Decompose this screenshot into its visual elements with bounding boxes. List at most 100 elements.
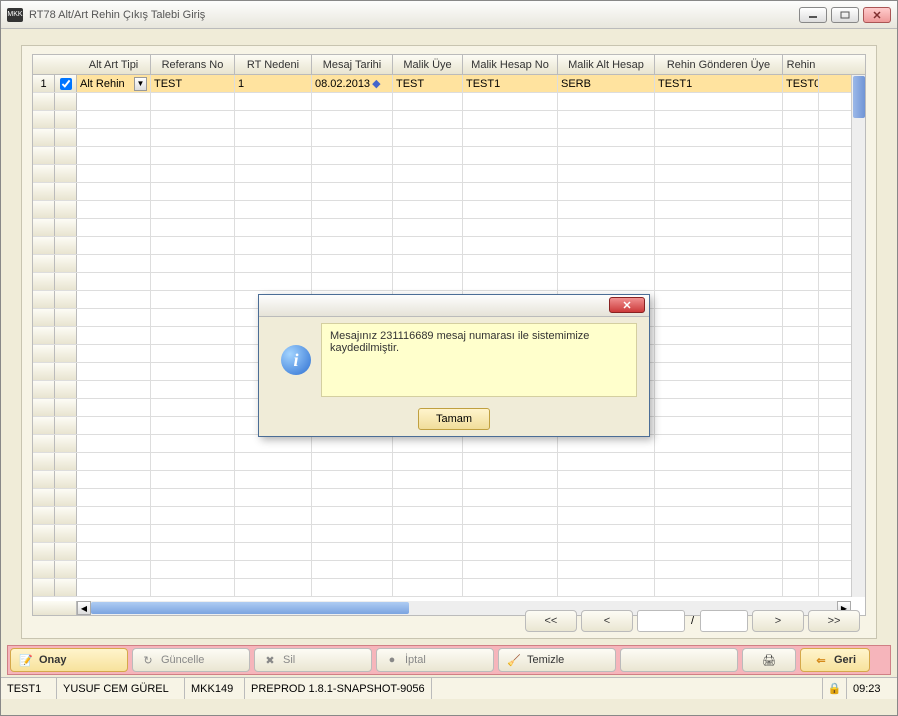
- vertical-scrollbar[interactable]: [851, 75, 865, 597]
- col-rehin[interactable]: Rehin: [783, 55, 819, 74]
- cell-text: Alt Rehin: [80, 78, 125, 90]
- grid-row-empty: [33, 507, 865, 525]
- hscroll-corner: [33, 601, 77, 615]
- cell-rehin-gonderen[interactable]: TEST1: [655, 75, 783, 92]
- cell-malik-hesap-no[interactable]: TEST1: [463, 75, 558, 92]
- guncelle-button[interactable]: ↻ Güncelle: [132, 648, 250, 672]
- print-icon: 🖨: [762, 653, 776, 667]
- vertical-scroll-thumb[interactable]: [853, 76, 865, 118]
- dialog-footer: Tamam: [259, 403, 649, 435]
- sil-button[interactable]: ✖ Sil: [254, 648, 372, 672]
- hscroll-thumb[interactable]: [91, 602, 409, 614]
- close-button[interactable]: [863, 7, 891, 23]
- print-button[interactable]: 🖨: [742, 648, 796, 672]
- grid-header: Alt Art Tipi Referans No RT Nedeni Mesaj…: [33, 55, 865, 75]
- grid-row-empty: [33, 183, 865, 201]
- back-icon: ⇐: [814, 653, 828, 667]
- date-picker-icon[interactable]: ◆: [372, 77, 380, 90]
- button-label: Temizle: [527, 654, 564, 666]
- refresh-icon: ↻: [141, 653, 155, 667]
- grid-row-empty: [33, 93, 865, 111]
- col-referans-no[interactable]: Referans No: [151, 55, 235, 74]
- grid-checkbox-header: [55, 55, 77, 74]
- col-alt-art-tipi[interactable]: Alt Art Tipi: [77, 55, 151, 74]
- cell-malik-uye[interactable]: TEST: [393, 75, 463, 92]
- grid-row-empty: [33, 543, 865, 561]
- button-label: Onay: [39, 654, 67, 666]
- clear-icon: 🧹: [507, 653, 521, 667]
- delete-icon: ✖: [263, 653, 277, 667]
- cell-rehin[interactable]: TEST0: [783, 75, 819, 92]
- minimize-button[interactable]: [799, 7, 827, 23]
- grid-row-empty: [33, 201, 865, 219]
- grid-row[interactable]: 1 Alt Rehin ▼ TEST 1 08.02.2013◆ TEST TES…: [33, 75, 865, 93]
- statusbar: TEST1 YUSUF CEM GÜREL MKK149 PREPROD 1.8…: [1, 677, 897, 699]
- main-window: MKK RT78 Alt/Art Rehin Çıkış Talebi Giri…: [0, 0, 898, 716]
- cell-referans-no[interactable]: TEST: [151, 75, 235, 92]
- button-label: İptal: [405, 654, 426, 666]
- maximize-button[interactable]: [831, 7, 859, 23]
- col-malik-hesap-no[interactable]: Malik Hesap No: [463, 55, 558, 74]
- extra-button-1[interactable]: [620, 648, 738, 672]
- lock-icon: 🔒: [828, 682, 842, 695]
- grid-row-empty: [33, 129, 865, 147]
- titlebar: MKK RT78 Alt/Art Rehin Çıkış Talebi Giri…: [1, 1, 897, 29]
- pager-total-input[interactable]: [700, 610, 748, 632]
- grid-row-empty: [33, 579, 865, 597]
- cell-mesaj-tarihi[interactable]: 08.02.2013◆: [312, 75, 393, 92]
- grid-row-empty: [33, 453, 865, 471]
- col-rt-nedeni[interactable]: RT Nedeni: [235, 55, 312, 74]
- status-version: PREPROD 1.8.1-SNAPSHOT-9056: [245, 678, 432, 699]
- grid-row-empty: [33, 237, 865, 255]
- col-malik-alt-hesap[interactable]: Malik Alt Hesap: [558, 55, 655, 74]
- info-icon: i: [281, 345, 311, 375]
- status-lock: 🔒: [823, 678, 847, 699]
- iptal-button[interactable]: ● İptal: [376, 648, 494, 672]
- pager-prev-button[interactable]: <: [581, 610, 633, 632]
- dialog-ok-button[interactable]: Tamam: [418, 408, 490, 430]
- dialog-message: Mesajınız 231116689 mesaj numarası ile s…: [321, 323, 637, 397]
- pager-first-button[interactable]: <<: [525, 610, 577, 632]
- grid-row-empty: [33, 147, 865, 165]
- approve-icon: 📝: [19, 653, 33, 667]
- temizle-button[interactable]: 🧹 Temizle: [498, 648, 616, 672]
- pager-next-button[interactable]: >: [752, 610, 804, 632]
- grid-row-empty: [33, 273, 865, 291]
- col-mesaj-tarihi[interactable]: Mesaj Tarihi: [312, 55, 393, 74]
- status-user-code: TEST1: [1, 678, 57, 699]
- hscroll-left-button[interactable]: ◀: [77, 601, 91, 615]
- geri-button[interactable]: ⇐ Geri: [800, 648, 870, 672]
- pager-page-input[interactable]: [637, 610, 685, 632]
- status-user-name: YUSUF CEM GÜREL: [57, 678, 185, 699]
- status-branch: MKK149: [185, 678, 245, 699]
- action-toolbar: 📝 Onay ↻ Güncelle ✖ Sil ● İptal 🧹 Temizl…: [7, 645, 891, 675]
- row-checkbox-cell: [55, 75, 77, 92]
- grid-row-empty: [33, 561, 865, 579]
- grid-corner: [33, 55, 55, 74]
- col-rehin-gonderen[interactable]: Rehin Gönderen Üye: [655, 55, 783, 74]
- app-icon: MKK: [7, 8, 23, 22]
- grid-row-empty: [33, 165, 865, 183]
- cell-malik-alt-hesap[interactable]: SERB: [558, 75, 655, 92]
- dialog-close-button[interactable]: [609, 297, 645, 313]
- pager-separator: /: [689, 615, 696, 627]
- dialog-titlebar: [259, 295, 649, 317]
- cancel-icon: ●: [385, 653, 399, 667]
- onay-button[interactable]: 📝 Onay: [10, 648, 128, 672]
- button-label: Sil: [283, 654, 295, 666]
- dialog-icon-wrap: i: [271, 323, 321, 397]
- grid-row-empty: [33, 525, 865, 543]
- cell-rt-nedeni[interactable]: 1: [235, 75, 312, 92]
- button-label: Güncelle: [161, 654, 204, 666]
- col-malik-uye[interactable]: Malik Üye: [393, 55, 463, 74]
- status-time: 09:23: [847, 678, 897, 699]
- grid-row-empty: [33, 471, 865, 489]
- grid-row-empty: [33, 255, 865, 273]
- row-checkbox[interactable]: [60, 78, 72, 90]
- dropdown-icon[interactable]: ▼: [134, 77, 147, 91]
- grid-row-empty: [33, 219, 865, 237]
- cell-alt-art-tipi[interactable]: Alt Rehin ▼: [77, 75, 151, 92]
- pager-last-button[interactable]: >>: [808, 610, 860, 632]
- dialog-body: i Mesajınız 231116689 mesaj numarası ile…: [259, 317, 649, 403]
- row-number: 1: [33, 75, 55, 92]
